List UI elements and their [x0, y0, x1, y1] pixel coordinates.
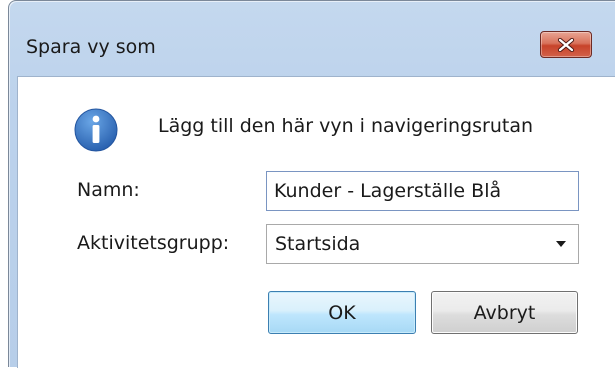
dialog-content: Lägg till den här vyn i navigeringsrutan… [17, 76, 615, 368]
cancel-button[interactable]: Avbryt [431, 291, 578, 334]
dialog-title: Spara vy som [26, 36, 156, 58]
save-view-dialog: Spara vy som Lägg till den här vyn i nav… [8, 0, 615, 368]
ok-button[interactable]: OK [268, 291, 416, 334]
title-bar[interactable]: Spara vy som [9, 1, 615, 58]
activity-group-select[interactable]: Startsida [266, 224, 579, 264]
info-icon [74, 108, 118, 152]
activity-group-value: Startsida [275, 233, 361, 255]
chevron-down-icon [556, 241, 566, 247]
dialog-message: Lägg till den här vyn i navigeringsrutan [158, 115, 534, 137]
name-label: Namn: [77, 179, 140, 201]
name-field[interactable] [266, 171, 579, 211]
activity-group-label: Aktivitetsgrupp: [77, 232, 230, 254]
close-icon [557, 37, 575, 52]
close-button[interactable] [540, 31, 592, 58]
